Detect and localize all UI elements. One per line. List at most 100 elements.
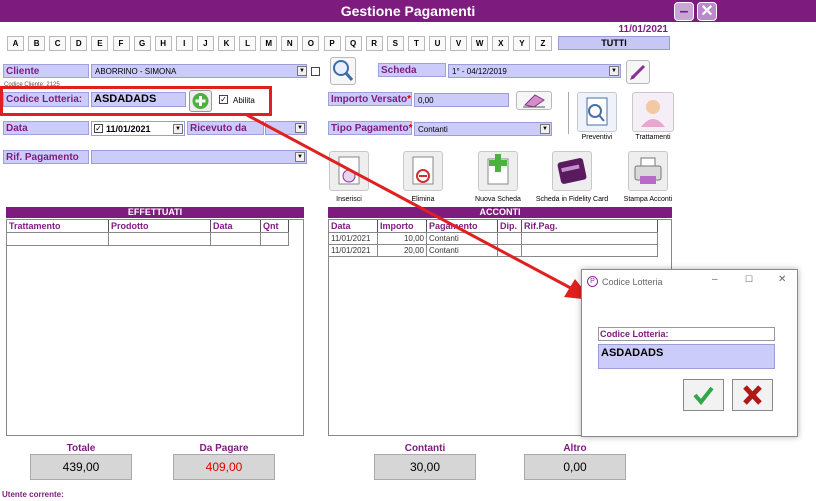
cliente-select[interactable]: ABORRINO - SIMONA	[91, 64, 307, 78]
letter-button-s[interactable]: S	[386, 36, 404, 51]
cancel-button[interactable]	[732, 379, 773, 411]
chevron-down-icon[interactable]: ▼	[295, 152, 305, 162]
da-pagare-label: Da Pagare	[199, 443, 249, 454]
letter-button-l[interactable]: L	[239, 36, 257, 51]
cliente-checkbox[interactable]	[311, 67, 320, 76]
letter-button-g[interactable]: G	[133, 36, 151, 51]
column-header[interactable]: Rif.Pag.	[522, 220, 658, 232]
window-title: Gestione Pagamenti	[340, 3, 476, 19]
inserisci-button[interactable]	[329, 151, 369, 191]
column-header[interactable]: Prodotto	[109, 220, 211, 232]
totale-label: Totale	[66, 443, 96, 454]
column-header[interactable]: Data	[211, 220, 261, 232]
letter-button-w[interactable]: W	[471, 36, 489, 51]
dialog-close-icon[interactable]: ✕	[778, 274, 786, 285]
scheda-select[interactable]: 1° - 04/12/2019	[448, 64, 621, 78]
table-cell	[522, 232, 658, 244]
letter-button-x[interactable]: X	[492, 36, 510, 51]
clear-importo-button[interactable]	[516, 91, 552, 110]
letter-button-m[interactable]: M	[260, 36, 278, 51]
cliente-label: Cliente	[3, 64, 89, 78]
fidelity-card-button[interactable]	[552, 151, 592, 191]
table-cell[interactable]	[7, 233, 109, 245]
edit-scheda-button[interactable]	[626, 60, 650, 84]
minimize-icon: –	[679, 3, 689, 20]
tipo-select[interactable]: Contanti	[414, 122, 552, 136]
ricevuto-label: Ricevuto da	[187, 121, 264, 135]
letter-button-f[interactable]: F	[112, 36, 130, 51]
fidelity-card-icon	[557, 158, 587, 184]
letter-button-z[interactable]: Z	[534, 36, 552, 51]
column-header[interactable]: Qnt	[261, 220, 289, 232]
effettuati-table[interactable]: Trattamento Prodotto Data Qnt	[6, 219, 304, 436]
letter-button-e[interactable]: E	[91, 36, 109, 51]
dialog-minimize-icon[interactable]: –	[712, 274, 718, 285]
scheda-label: Scheda	[378, 63, 446, 77]
column-header[interactable]: Pagamento	[427, 220, 498, 232]
preventivi-button[interactable]	[577, 92, 617, 132]
contanti-value: 30,00	[374, 454, 476, 480]
app-icon: P	[587, 276, 598, 287]
table-row[interactable]: 11/01/2021 20,00 Contanti	[329, 244, 658, 257]
tutti-button[interactable]: TUTTI	[558, 36, 670, 50]
trattamenti-button[interactable]	[632, 92, 674, 132]
totale-value: 439,00	[30, 454, 132, 480]
table-cell[interactable]	[211, 233, 261, 245]
column-header[interactable]: Dip.	[498, 220, 522, 232]
insert-icon	[338, 156, 360, 185]
letter-button-a[interactable]: A	[7, 36, 24, 51]
column-header[interactable]: Importo	[378, 220, 427, 232]
dialog-field-label: Codice Lotteria:	[598, 327, 775, 341]
column-header[interactable]: Trattamento	[7, 220, 109, 232]
letter-button-t[interactable]: T	[407, 36, 425, 51]
chevron-down-icon[interactable]: ▼	[295, 123, 305, 133]
table-cell	[522, 244, 658, 256]
chevron-down-icon[interactable]: ▼	[609, 66, 619, 76]
letter-button-h[interactable]: H	[154, 36, 172, 51]
letter-button-q[interactable]: Q	[344, 36, 362, 51]
chevron-down-icon[interactable]: ▼	[540, 124, 550, 134]
altro-label: Altro	[563, 443, 587, 454]
minimize-button[interactable]: –	[674, 2, 694, 21]
new-document-icon	[487, 154, 509, 185]
table-row[interactable]: 11/01/2021 10,00 Contanti	[329, 232, 658, 244]
printer-icon	[634, 157, 662, 184]
stampa-acconti-button[interactable]	[628, 151, 668, 191]
letter-button-v[interactable]: V	[450, 36, 468, 51]
letter-button-o[interactable]: O	[302, 36, 320, 51]
table-cell[interactable]	[109, 233, 211, 245]
letter-button-y[interactable]: Y	[513, 36, 531, 51]
table-cell	[498, 244, 522, 256]
altro-value: 0,00	[524, 454, 626, 480]
table-cell: 11/01/2021	[329, 244, 378, 256]
nuova-scheda-button[interactable]	[478, 151, 518, 191]
rif-select[interactable]	[91, 150, 307, 164]
table-cell[interactable]	[261, 233, 289, 245]
letter-button-r[interactable]: R	[365, 36, 383, 51]
letter-button-j[interactable]: J	[196, 36, 214, 51]
importo-input[interactable]: 0,00	[414, 93, 509, 107]
dialog-maximize-icon[interactable]: ☐	[745, 274, 753, 285]
letter-button-n[interactable]: N	[281, 36, 299, 51]
checkmark-icon	[693, 386, 714, 406]
elimina-button[interactable]	[403, 151, 443, 191]
inserisci-label: Inserisci	[336, 196, 362, 203]
data-picker[interactable]: 11/01/2021	[91, 121, 185, 136]
dialog-lotteria-input[interactable]: ASDADADS	[598, 344, 775, 369]
close-button[interactable]: ✕	[697, 2, 717, 21]
letter-button-d[interactable]: D	[70, 36, 88, 51]
current-date: 11/01/2021	[618, 24, 669, 35]
column-header[interactable]: Data	[329, 220, 378, 232]
letter-button-p[interactable]: P	[323, 36, 341, 51]
chevron-down-icon[interactable]: ▼	[297, 66, 307, 76]
data-checkbox[interactable]: ✓	[94, 124, 103, 133]
letter-button-i[interactable]: I	[175, 36, 193, 51]
close-icon: ✕	[700, 3, 714, 20]
letter-button-c[interactable]: C	[49, 36, 67, 51]
letter-button-k[interactable]: K	[218, 36, 235, 51]
letter-button-u[interactable]: U	[429, 36, 446, 51]
chevron-down-icon[interactable]: ▼	[173, 124, 183, 134]
confirm-button[interactable]	[683, 379, 724, 411]
letter-button-b[interactable]: B	[28, 36, 46, 51]
search-button[interactable]	[330, 57, 356, 85]
